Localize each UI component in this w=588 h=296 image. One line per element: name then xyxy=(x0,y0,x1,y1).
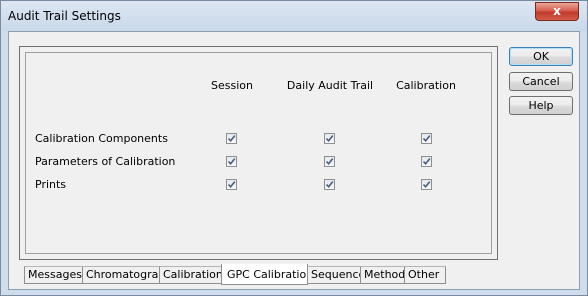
checkmark-icon xyxy=(325,181,334,189)
checkbox-prints-daily-audit-trail[interactable] xyxy=(324,179,335,190)
checkbox-calibration-components-daily-audit-trail[interactable] xyxy=(324,133,335,144)
tab-other[interactable]: Other xyxy=(404,266,446,284)
row-label-prints: Prints xyxy=(35,178,67,191)
close-icon: x xyxy=(553,4,561,18)
checkmark-icon xyxy=(325,158,334,166)
settings-panel: Session Daily Audit Trail Calibration Ca… xyxy=(19,46,498,260)
column-header-calibration: Calibration xyxy=(396,79,456,92)
dialog-client-area: Session Daily Audit Trail Calibration Ca… xyxy=(8,31,580,290)
title-bar[interactable]: Audit Trail Settings x xyxy=(1,1,587,31)
dialog-title: Audit Trail Settings xyxy=(8,9,121,23)
tab-chromatogram[interactable]: Chromatogram xyxy=(82,266,169,284)
checkbox-parameters-of-calibration-daily-audit-trail[interactable] xyxy=(324,156,335,167)
dialog-window: Audit Trail Settings x Session Daily Aud… xyxy=(0,0,588,296)
row-label-calibration-components: Calibration Components xyxy=(35,132,168,145)
checkbox-prints-session[interactable] xyxy=(226,179,237,190)
checkmark-icon xyxy=(227,181,236,189)
checkbox-parameters-of-calibration-session[interactable] xyxy=(226,156,237,167)
tab-messages[interactable]: Messages xyxy=(24,266,83,284)
tab-sequence[interactable]: Sequence xyxy=(307,266,365,284)
cancel-button[interactable]: Cancel xyxy=(509,72,573,91)
tab-method[interactable]: Method xyxy=(360,266,405,284)
help-button[interactable]: Help xyxy=(509,96,573,115)
checkmark-icon xyxy=(325,135,334,143)
checkmark-icon xyxy=(227,158,236,166)
row-label-parameters-of-calibration: Parameters of Calibration xyxy=(35,155,176,168)
checkbox-calibration-components-session[interactable] xyxy=(226,133,237,144)
column-header-session: Session xyxy=(211,79,253,92)
ok-button[interactable]: OK xyxy=(509,47,573,66)
checkmark-icon xyxy=(422,158,431,166)
checkmark-icon xyxy=(422,181,431,189)
checkbox-prints-calibration[interactable] xyxy=(421,179,432,190)
tab-calibration[interactable]: Calibration xyxy=(159,266,223,284)
tab-gpc-calibration[interactable]: GPC Calibration xyxy=(221,264,313,285)
checkbox-parameters-of-calibration-calibration[interactable] xyxy=(421,156,432,167)
checkmark-icon xyxy=(227,135,236,143)
column-header-daily-audit-trail: Daily Audit Trail xyxy=(286,79,374,92)
checkmark-icon xyxy=(422,135,431,143)
settings-inner-frame: Session Daily Audit Trail Calibration Ca… xyxy=(25,52,492,254)
checkbox-calibration-components-calibration[interactable] xyxy=(421,133,432,144)
close-button[interactable]: x xyxy=(535,2,579,21)
